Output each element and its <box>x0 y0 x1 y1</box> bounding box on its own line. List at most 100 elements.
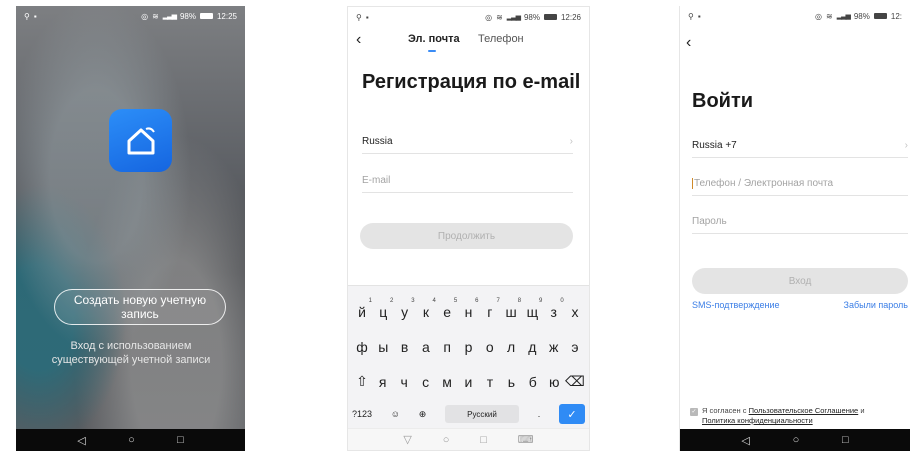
login-input[interactable]: Телефон / Электронная почта <box>692 172 908 196</box>
keyboard-key[interactable]: э <box>565 339 585 355</box>
nav-home-icon[interactable]: ○ <box>443 434 450 446</box>
period-key[interactable]: . <box>538 409 541 419</box>
keyboard-key[interactable]: ю <box>544 374 564 390</box>
back-arrow-icon[interactable]: ‹ <box>356 29 361 51</box>
keyboard-key[interactable]: щ9 <box>522 298 543 320</box>
shift-key[interactable]: ⇧ <box>352 373 372 390</box>
keyboard-key[interactable]: о <box>480 339 500 355</box>
keyboard-row-3-letters: ячсмитьбю <box>372 374 565 390</box>
keyboard-key[interactable]: у3 <box>395 298 415 320</box>
emoji-key[interactable]: ☺ <box>391 409 400 419</box>
registration-tabs: ‹ Эл. почта Телефон <box>348 29 589 53</box>
nav-back-icon[interactable]: ◁ <box>77 434 85 447</box>
keyboard-key-label: я <box>378 373 387 390</box>
keyboard-key-digit: 9 <box>539 298 543 304</box>
back-arrow-icon[interactable]: ‹ <box>686 32 691 54</box>
keyboard-bottom-row: ?123 ☺ ⊕ Русский . ✓ <box>352 402 585 426</box>
keyboard-key[interactable]: й1 <box>352 298 372 320</box>
text-cursor <box>692 177 693 189</box>
email-input[interactable]: E-mail <box>362 169 573 193</box>
keyboard-key[interactable]: б <box>523 374 543 390</box>
location-icon: ◎ <box>815 11 822 21</box>
status-bar: ⚲ ▪ ◎ ≋ ▂▃▅ 98% 12:25 <box>16 6 245 26</box>
continue-button[interactable]: Продолжить <box>360 223 573 249</box>
country-value: Russia <box>362 136 393 147</box>
login-button[interactable]: Вход <box>692 268 908 294</box>
keyboard-key[interactable]: ж <box>544 339 564 355</box>
nav-back-icon[interactable]: ◁ <box>741 434 749 447</box>
search-icon: ⚲ <box>24 11 30 21</box>
create-account-button[interactable]: Создать новую учетную запись <box>54 289 226 325</box>
keyboard-row-3: ⇧ ячсмитьбю ⌫ <box>352 373 585 390</box>
country-selector[interactable]: Russia +7 › <box>692 134 908 158</box>
existing-account-login-link[interactable]: Вход с использованием существующей учетн… <box>36 339 226 367</box>
country-selector[interactable]: Russia › <box>362 130 573 154</box>
keyboard-key[interactable]: з0 <box>544 298 563 320</box>
keyboard-key[interactable]: х <box>565 304 585 320</box>
password-input[interactable]: Пароль <box>692 210 908 234</box>
nav-home-icon[interactable]: ○ <box>793 434 800 446</box>
backspace-icon[interactable]: ⌫ <box>565 373 585 390</box>
keyboard-key[interactable]: а <box>416 339 436 355</box>
keyboard-key[interactable]: ь <box>501 374 521 390</box>
keyboard-key[interactable]: м <box>437 374 457 390</box>
auth-links: SMS-подтверждение Забыли пароль <box>692 300 910 310</box>
keyboard-key[interactable]: н6 <box>458 298 479 320</box>
keyboard-key[interactable]: ц2 <box>373 298 393 320</box>
tab-email[interactable]: Эл. почта <box>408 33 460 45</box>
location-icon: ◎ <box>485 12 493 22</box>
keyboard-key-digit: 7 <box>496 298 500 304</box>
globe-icon[interactable]: ⊕ <box>419 409 427 420</box>
space-key[interactable]: Русский <box>444 405 519 423</box>
sms-verification-link[interactable]: SMS-подтверждение <box>692 300 780 310</box>
forgot-password-link[interactable]: Забыли пароль <box>844 300 908 310</box>
nav-back-icon[interactable]: ▽ <box>403 433 411 446</box>
email-registration-screen: ⚲ ▪ ◎ ≋ ▂▃▅ 98% 12:26 ‹ Эл. почта Телефон Рег… <box>347 6 590 451</box>
keyboard-key[interactable]: г7 <box>480 298 500 320</box>
keyboard-key[interactable]: ч <box>394 374 414 390</box>
keyboard-key[interactable]: д <box>522 339 542 355</box>
keyboard-row-2: фывапролджэ <box>352 339 585 355</box>
signal-icon: ▂▃▅ <box>836 13 851 20</box>
system-nav-bar: ◁ ○ □ <box>16 429 245 451</box>
battery-percent: 98% <box>523 12 540 22</box>
checkmark-icon[interactable]: ✓ <box>558 404 585 424</box>
nav-recent-icon[interactable]: □ <box>842 434 849 446</box>
keyboard-key-label: у <box>401 304 409 320</box>
keyboard-key[interactable]: р <box>458 339 478 355</box>
keyboard-key-label: ц <box>379 304 388 320</box>
keyboard-key[interactable]: и <box>458 374 478 390</box>
search-icon: ⚲ <box>688 11 694 21</box>
nav-home-icon[interactable]: ○ <box>128 434 135 446</box>
keyboard-key[interactable]: л <box>501 339 521 355</box>
mode-switch-key[interactable]: ?123 <box>352 409 372 419</box>
privacy-link[interactable]: Политика конфиденциальности <box>702 416 813 425</box>
terms-link[interactable]: Пользовательское Соглашение <box>749 406 859 415</box>
keyboard-key-digit: 3 <box>411 298 415 304</box>
keyboard-key[interactable]: е5 <box>437 298 457 320</box>
status-time: 12:25 <box>216 11 237 21</box>
agree-prefix: Я согласен с <box>702 406 747 415</box>
keyboard-key[interactable]: к4 <box>416 298 436 320</box>
keyboard-key[interactable]: я <box>373 374 393 390</box>
keyboard-key-label: ж <box>548 339 559 355</box>
keyboard-key-label: и <box>464 373 473 390</box>
tab-phone[interactable]: Телефон <box>478 33 524 45</box>
chevron-right-icon: › <box>569 136 573 147</box>
keyboard-key[interactable]: ф <box>352 339 372 355</box>
keyboard-key[interactable]: в <box>395 339 415 355</box>
status-bar: ⚲ ▪ ◎ ≋ ▂▃▅ 98% 12:26 <box>348 7 589 27</box>
keyboard-key[interactable]: п <box>437 339 457 355</box>
nav-recent-icon[interactable]: □ <box>480 434 487 446</box>
status-bar: ⚲ ▪ ◎ ≋ ▂▃▅ 98% 12: <box>680 6 910 26</box>
keyboard-hide-icon[interactable]: ⌨ <box>518 433 534 446</box>
keyboard-key[interactable]: ы <box>373 339 393 355</box>
agree-checkbox[interactable]: ✓ <box>690 408 698 416</box>
keyboard-key-label: к <box>422 304 429 320</box>
nav-recent-icon[interactable]: □ <box>177 434 184 446</box>
agree-and: и <box>860 406 865 415</box>
keyboard-key[interactable]: ш8 <box>501 298 521 320</box>
status-time: 12:26 <box>560 12 581 22</box>
keyboard-key[interactable]: с <box>416 374 436 390</box>
keyboard-key[interactable]: т <box>480 374 500 390</box>
